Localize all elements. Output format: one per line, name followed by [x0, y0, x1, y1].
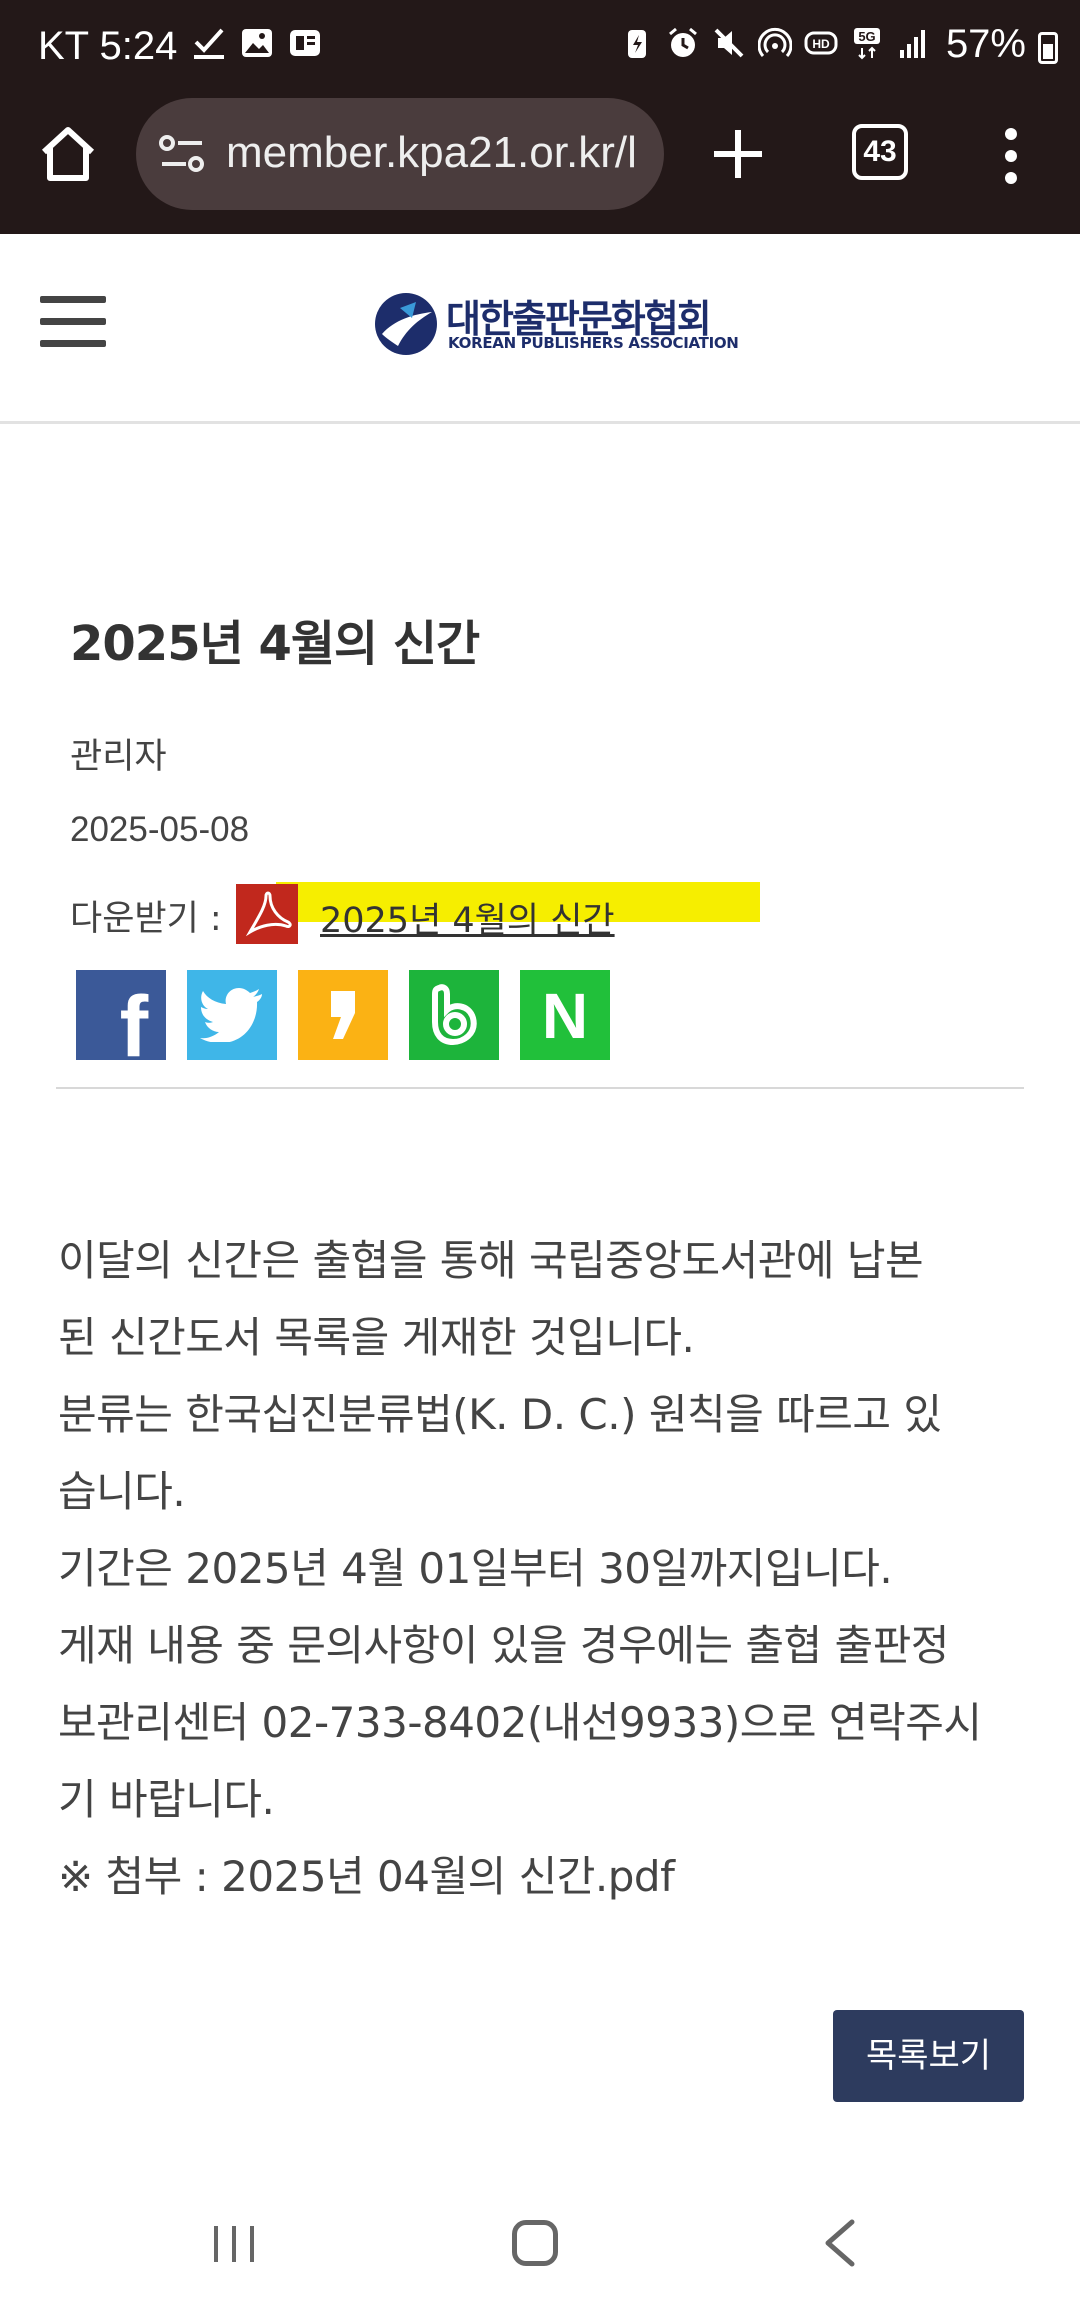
article-title: 2025년 4월의 신간	[70, 616, 480, 672]
naver-icon: N	[542, 980, 588, 1052]
twitter-share-button[interactable]	[187, 970, 277, 1060]
kakaostory-share-button[interactable]	[298, 970, 388, 1060]
mute-icon	[714, 28, 744, 58]
facebook-icon: f	[120, 979, 149, 1060]
image-icon	[242, 29, 272, 57]
hotspot-icon	[758, 27, 792, 57]
check-icon	[194, 28, 224, 59]
tab-count-button[interactable]: 43	[852, 124, 908, 180]
battery-icon	[1038, 32, 1058, 64]
site-settings-icon[interactable]	[158, 132, 206, 176]
new-tab-icon[interactable]	[706, 122, 770, 186]
home-icon[interactable]	[36, 122, 100, 186]
url-bar[interactable]: member.kpa21.or.kr/l	[136, 98, 664, 210]
browser-chrome: KT 5:24 HD 5G 57% member.kpa21.or.kr/l 4…	[0, 0, 1080, 234]
svg-text:N: N	[542, 980, 588, 1052]
svg-text:HD: HD	[812, 37, 830, 51]
body-paragraph-2: 분류는 한국십진분류법(K. D. C.) 원칙을 따르고 있 습니다.	[58, 1390, 942, 1516]
article-body: 이달의 신간은 출협을 통해 국립중앙도서관에 납본 된 신간도서 목록을 게재…	[58, 1222, 1028, 1915]
download-file-link[interactable]: 2025년 4월의 신간	[320, 892, 615, 943]
list-view-button[interactable]: 목록보기	[833, 2010, 1024, 2102]
home-nav-icon[interactable]	[512, 2220, 558, 2266]
news-icon	[290, 30, 320, 56]
hd-icon: HD	[804, 31, 838, 55]
body-attachment-note: ※ 첨부 : 2025년 04월의 신간.pdf	[58, 1852, 675, 1901]
body-paragraph-1: 이달의 신간은 출협을 통해 국립중앙도서관에 납본 된 신간도서 목록을 게재…	[58, 1236, 924, 1362]
site-logo[interactable]: 대한출판문화협회 KOREAN PUBLISHERS ASSOCIATION	[372, 286, 739, 358]
browser-toolbar: member.kpa21.or.kr/l 43	[0, 98, 1080, 210]
body-paragraph-4: 게재 내용 중 문의사항이 있을 경우에는 출협 출판정 보관리센터 02-73…	[58, 1621, 982, 1824]
url-text[interactable]: member.kpa21.or.kr/l	[226, 128, 646, 178]
band-icon	[432, 984, 477, 1046]
naver-share-button[interactable]: N	[520, 970, 610, 1060]
pdf-icon[interactable]	[236, 884, 298, 944]
band-share-button[interactable]	[409, 970, 499, 1060]
share-buttons: f N	[76, 970, 610, 1060]
status-bar: KT 5:24 HD 5G 57%	[0, 0, 1080, 92]
article-date: 2025-05-08	[70, 810, 250, 849]
svg-text:f: f	[120, 979, 149, 1060]
network-badge: 5G	[858, 29, 875, 44]
body-paragraph-3: 기간은 2025년 4월 01일부터 30일까지입니다.	[58, 1544, 893, 1593]
facebook-share-button[interactable]: f	[76, 970, 166, 1060]
signal-icon	[900, 30, 925, 58]
twitter-icon	[200, 988, 262, 1042]
logo-english-text: KOREAN PUBLISHERS ASSOCIATION	[448, 334, 739, 352]
carrier-time: KT 5:24	[38, 24, 178, 68]
download-row: 다운받기 : 2025년 4월의 신간	[70, 880, 970, 944]
alarm-icon	[669, 27, 697, 57]
5g-icon: 5G	[854, 28, 880, 60]
battery-percent: 57%	[945, 22, 1026, 66]
back-icon[interactable]	[820, 2218, 860, 2268]
site-header: 대한출판문화협회 KOREAN PUBLISHERS ASSOCIATION	[0, 234, 1080, 424]
battery-saver-icon	[628, 30, 646, 58]
system-navigation-bar	[0, 2190, 1080, 2316]
article-author: 관리자	[70, 737, 167, 777]
hamburger-menu-icon[interactable]	[40, 296, 106, 348]
meta-divider	[56, 1087, 1024, 1089]
kpa-logo-icon	[375, 293, 437, 355]
kakaostory-icon	[331, 991, 355, 1039]
recent-apps-icon[interactable]	[210, 2220, 258, 2268]
download-label: 다운받기 :	[70, 899, 222, 939]
more-options-icon[interactable]	[996, 126, 1026, 186]
